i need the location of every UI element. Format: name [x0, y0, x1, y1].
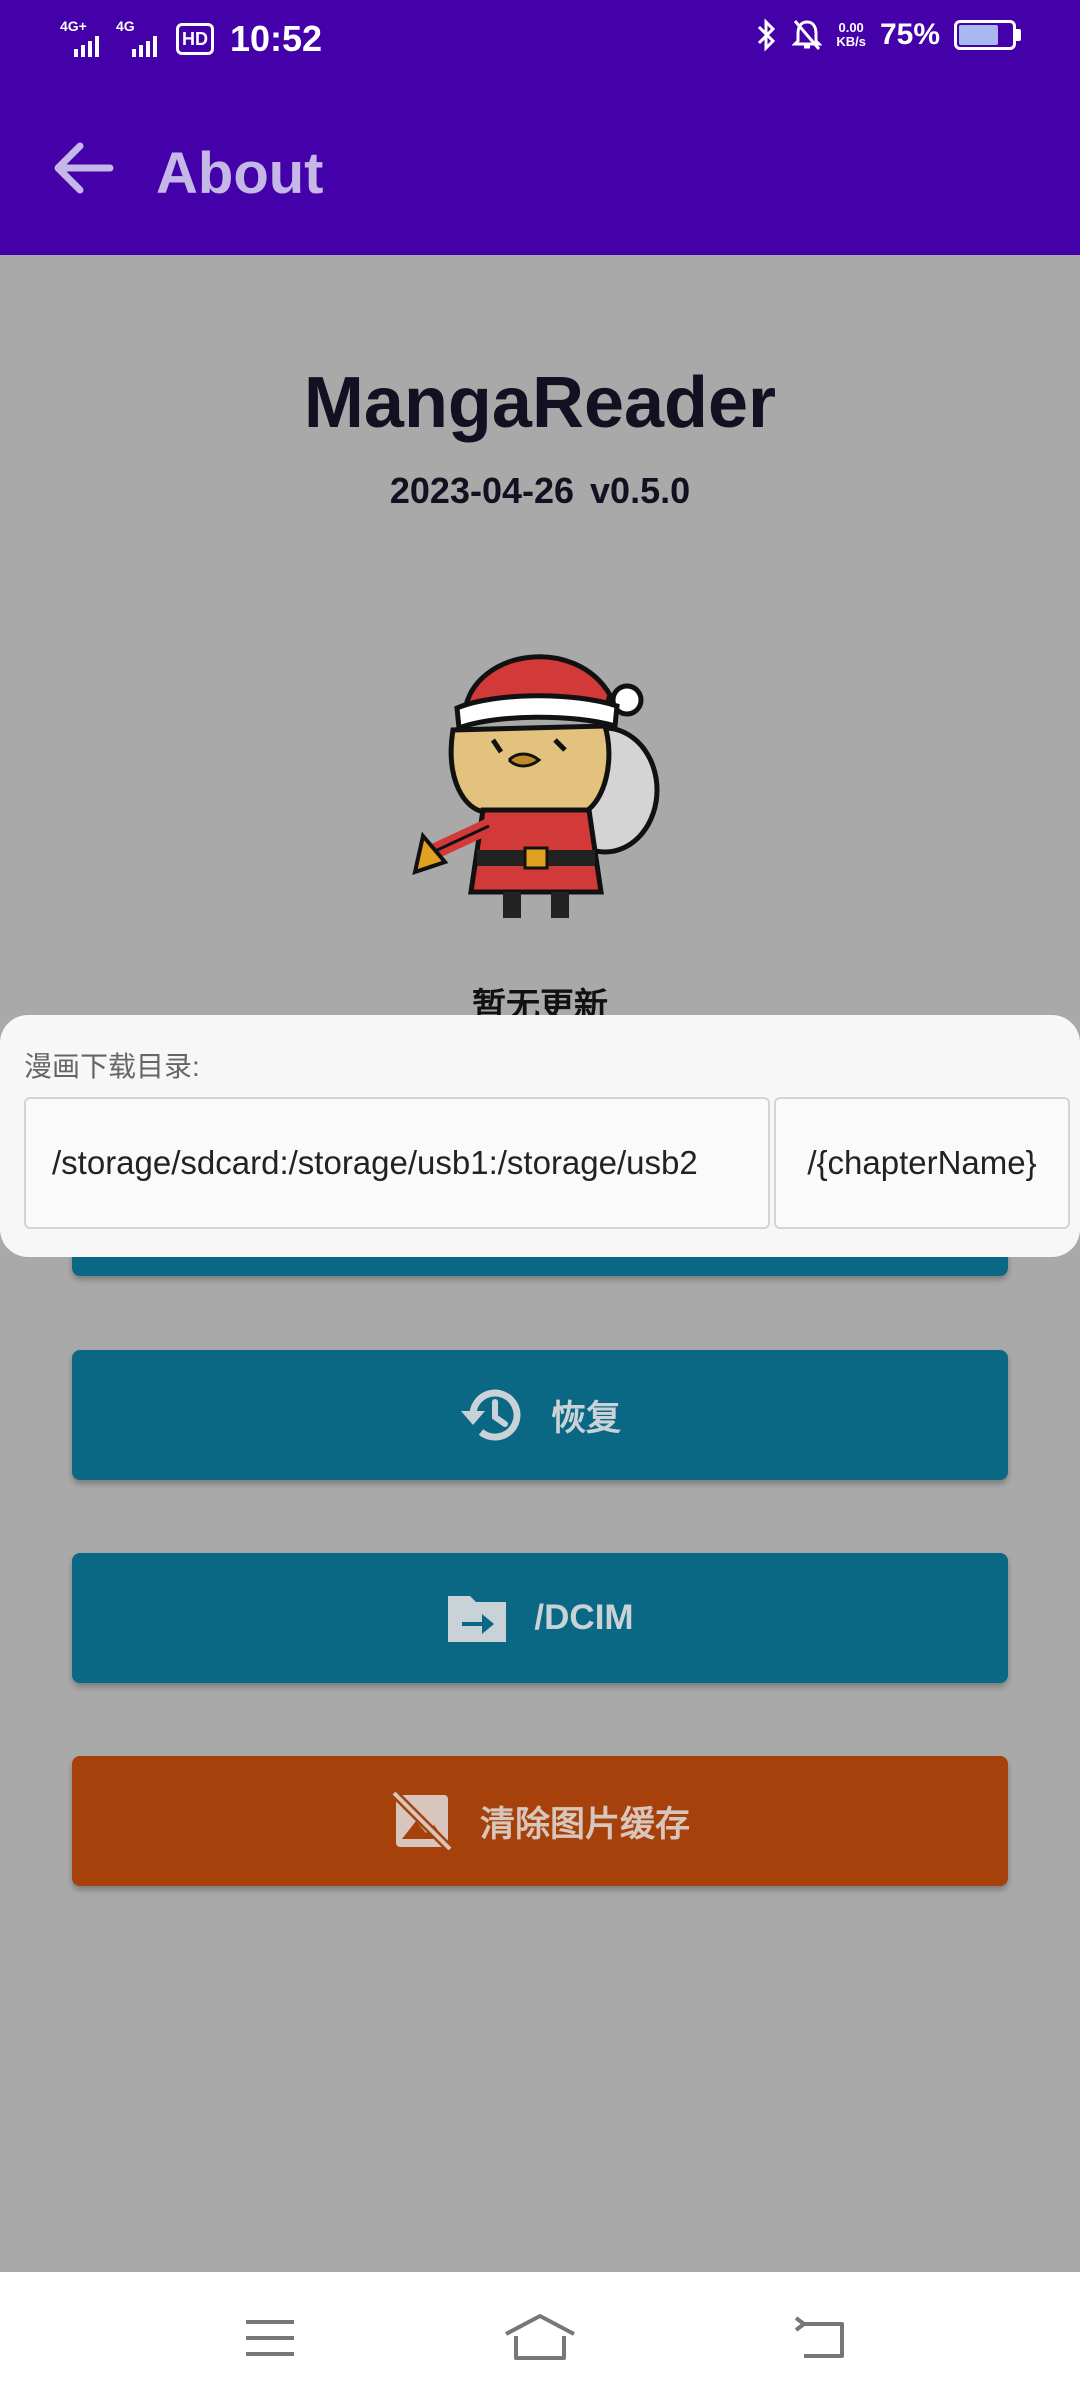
chapter-name-suffix-field[interactable]: /{chapterName}: [774, 1097, 1070, 1229]
hd-badge-text: HD: [182, 28, 208, 49]
back-icon: [794, 2316, 844, 2358]
back-button[interactable]: [44, 128, 124, 208]
santa-mascot-icon: [405, 640, 675, 930]
dcim-button-label: /DCIM: [534, 1598, 634, 1637]
app-name: MangaReader: [303, 363, 777, 443]
image-off-icon: [390, 1789, 454, 1853]
battery-icon: [954, 20, 1022, 50]
dcim-folder-button[interactable]: /DCIM: [72, 1553, 1008, 1683]
signal-4g: 4G: [116, 19, 166, 59]
download-dir-label: 漫画下载目录:: [24, 1051, 200, 1082]
signal-4g-plus: 4G+: [60, 19, 106, 59]
arrow-back-icon: [54, 142, 114, 194]
nav-home-button[interactable]: [502, 2306, 578, 2370]
hd-badge: HD: [176, 23, 214, 55]
battery-fill: [959, 25, 998, 45]
status-left: 4G+ 4G HD 10:52: [60, 18, 322, 60]
download-dir-popup: 漫画下载目录: /storage/sdcard:/storage/usb1:/s…: [0, 1015, 1080, 1257]
version-label: 2023-04-26 v0.5.0: [389, 470, 691, 511]
home-icon: [505, 2314, 575, 2360]
page-title: About: [156, 141, 324, 206]
nav-menu-button[interactable]: [238, 2306, 302, 2370]
system-nav-bar: [0, 2272, 1080, 2400]
bluetooth-icon: [758, 18, 776, 52]
folder-move-icon: [448, 1596, 507, 1642]
download-path-field[interactable]: /storage/sdcard:/storage/usb1:/storage/u…: [24, 1097, 770, 1229]
clock: 10:52: [230, 18, 323, 59]
history-icon: [460, 1389, 521, 1441]
net-speed: 0.00 KB/s: [836, 21, 866, 49]
net-speed-value: 0.00: [838, 20, 864, 35]
mute-bell-icon: [792, 20, 823, 50]
signal-bars-icon: [132, 36, 157, 57]
clear-cache-button-label: 清除图片缓存: [479, 1804, 690, 1844]
battery-percent: 75%: [879, 18, 940, 51]
status-bar: 4G+ 4G HD 10:52 0.00 KB/s 75%: [0, 0, 1080, 84]
menu-icon: [246, 2320, 294, 2356]
clear-image-cache-button[interactable]: 清除图片缓存: [72, 1756, 1008, 1886]
restore-button[interactable]: 恢复: [72, 1350, 1008, 1480]
nav-back-button[interactable]: [790, 2306, 854, 2370]
app-bar: About: [0, 84, 1080, 255]
signal-bars-icon: [74, 36, 99, 57]
net-speed-unit: KB/s: [836, 34, 866, 49]
restore-button-label: 恢复: [550, 1398, 621, 1438]
status-right: 0.00 KB/s 75%: [756, 18, 1022, 52]
